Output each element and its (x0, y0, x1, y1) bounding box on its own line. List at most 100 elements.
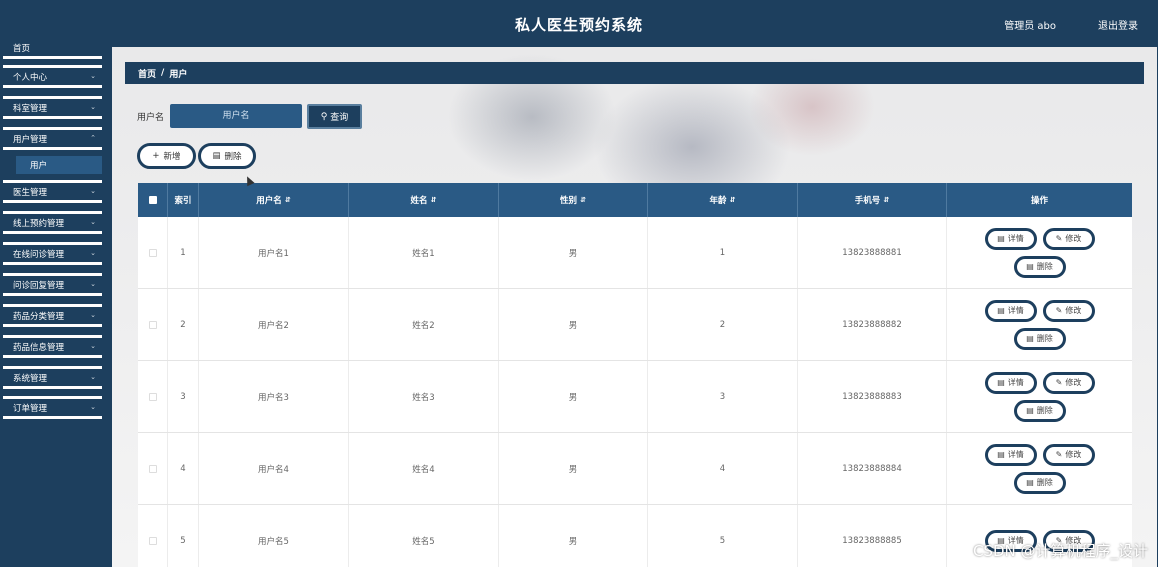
cell-age: 2 (648, 289, 798, 360)
table-row: 1 用户名1 姓名1 男 1 13823888881 ▤ 详情 ✎ 修改 ▤ 删除 (138, 217, 1132, 289)
detail-button[interactable]: ▤ 详情 (984, 299, 1037, 322)
sidebar-item-label: 订单管理 (13, 403, 48, 414)
sidebar-item-drug-info[interactable]: 药品信息管理 ⌄ (3, 335, 102, 358)
add-button-label: 新增 (163, 152, 181, 162)
cell-actions: ▤ 详情 ✎ 修改 ▤ 删除 (947, 361, 1132, 432)
sidebar-subitem-user[interactable]: 用户 (16, 156, 102, 174)
username-search-input[interactable] (170, 104, 302, 128)
chevron-down-icon: ⌄ (90, 311, 96, 319)
table-header: 索引 用户名 ⇵ 姓名 ⇵ 性别 ⇵ 年龄 ⇵ 手机号 ⇵ 操作 (138, 183, 1132, 217)
query-button[interactable]: ⚲ 查询 (307, 104, 362, 129)
search-label: 用户名 (137, 113, 165, 123)
cell-gender: 男 (499, 217, 648, 288)
row-delete-button[interactable]: ▤ 删除 (1013, 399, 1066, 422)
cell-gender: 男 (499, 289, 648, 360)
sidebar-item-user-management[interactable]: 用户管理 ⌃ (3, 127, 102, 150)
detail-button[interactable]: ▤ 详情 (984, 443, 1037, 466)
sidebar-item-department[interactable]: 科室管理 ⌄ (3, 96, 102, 119)
column-header-age[interactable]: 年龄 ⇵ (648, 183, 798, 217)
row-checkbox[interactable] (138, 289, 168, 360)
cell-gender: 男 (499, 361, 648, 432)
cell-actions: ▤ 详情 ✎ 修改 ▤ 删除 (947, 433, 1132, 504)
plus-icon: + (152, 151, 160, 161)
chevron-down-icon: ⌄ (90, 373, 96, 381)
select-all-checkbox[interactable] (138, 183, 168, 217)
row-delete-button[interactable]: ▤ 删除 (1013, 255, 1066, 278)
sort-icon[interactable]: ⇵ (580, 196, 586, 204)
cell-phone: 13823888884 (798, 433, 947, 504)
sort-icon[interactable]: ⇵ (285, 196, 291, 204)
chevron-down-icon: ⌄ (90, 187, 96, 195)
row-checkbox[interactable] (138, 361, 168, 432)
column-header-gender[interactable]: 性别 ⇵ (499, 183, 648, 217)
trash-icon: ▤ (212, 151, 221, 161)
batch-delete-button[interactable]: ▤ 删除 (198, 143, 256, 169)
edit-button[interactable]: ✎ 修改 (1042, 371, 1095, 394)
sort-icon[interactable]: ⇵ (431, 196, 437, 204)
sidebar-item-label: 在线问诊管理 (13, 249, 65, 260)
column-header-name[interactable]: 姓名 ⇵ (349, 183, 499, 217)
column-header-username[interactable]: 用户名 ⇵ (199, 183, 349, 217)
sidebar-item-system[interactable]: 系统管理 ⌄ (3, 366, 102, 389)
edit-button[interactable]: ✎ 修改 (1042, 299, 1095, 322)
sort-icon[interactable]: ⇵ (730, 196, 736, 204)
cell-age: 3 (648, 361, 798, 432)
cell-phone: 13823888882 (798, 289, 947, 360)
chevron-down-icon: ⌄ (90, 103, 96, 111)
cell-index: 5 (168, 505, 199, 567)
cell-age: 1 (648, 217, 798, 288)
row-checkbox[interactable] (138, 217, 168, 288)
table-row: 2 用户名2 姓名2 男 2 13823888882 ▤ 详情 ✎ 修改 ▤ 删除 (138, 289, 1132, 361)
sidebar-item-drug-category[interactable]: 药品分类管理 ⌄ (3, 304, 102, 327)
pencil-icon: ✎ (1055, 450, 1063, 459)
cell-name: 姓名2 (349, 289, 499, 360)
cell-index: 1 (168, 217, 199, 288)
search-icon: ⚲ (320, 111, 328, 122)
query-button-label: 查询 (330, 113, 349, 123)
sidebar-item-orders[interactable]: 订单管理 ⌄ (3, 396, 102, 419)
sidebar-item-personal-center[interactable]: 个人中心 ⌄ (3, 65, 102, 88)
cell-actions: ▤ 详情 ✎ 修改 ▤ 删除 (947, 289, 1132, 360)
chevron-up-icon: ⌃ (90, 134, 96, 142)
sidebar-item-online-consult[interactable]: 在线问诊管理 ⌄ (3, 242, 102, 265)
breadcrumb-current: 用户 (169, 69, 188, 80)
add-button[interactable]: + 新增 (137, 143, 196, 169)
breadcrumb-home[interactable]: 首页 (138, 67, 156, 80)
cell-name: 姓名5 (349, 505, 499, 567)
cell-username: 用户名4 (199, 433, 349, 504)
cell-age: 5 (648, 505, 798, 567)
cell-index: 3 (168, 361, 199, 432)
sidebar-item-label: 医生管理 (13, 187, 48, 198)
sidebar-item-consult-reply[interactable]: 问诊回复管理 ⌄ (3, 273, 102, 296)
sidebar-item-home[interactable]: 首页 (3, 39, 102, 59)
document-icon: ▤ (997, 378, 1005, 387)
table-row: 4 用户名4 姓名4 男 4 13823888884 ▤ 详情 ✎ 修改 ▤ 删除 (138, 433, 1132, 505)
edit-button[interactable]: ✎ 修改 (1042, 227, 1095, 250)
chevron-down-icon: ⌄ (90, 249, 96, 257)
pencil-icon: ✎ (1055, 306, 1063, 315)
cell-name: 姓名3 (349, 361, 499, 432)
chevron-down-icon: ⌄ (90, 218, 96, 226)
edit-button[interactable]: ✎ 修改 (1042, 443, 1095, 466)
trash-icon: ▤ (1026, 262, 1034, 271)
column-header-index: 索引 (168, 183, 199, 217)
column-header-phone[interactable]: 手机号 ⇵ (798, 183, 947, 217)
row-checkbox[interactable] (138, 433, 168, 504)
detail-button[interactable]: ▤ 详情 (984, 371, 1037, 394)
detail-button[interactable]: ▤ 详情 (984, 227, 1037, 250)
sidebar-item-doctor[interactable]: 医生管理 ⌄ (3, 180, 102, 203)
app-title: 私人医生预约系统 (514, 16, 643, 34)
sidebar-item-online-booking[interactable]: 线上预约管理 ⌄ (3, 211, 102, 234)
row-delete-button[interactable]: ▤ 删除 (1013, 471, 1066, 494)
logout-link[interactable]: 退出登录 (1098, 17, 1138, 32)
cell-gender: 男 (499, 433, 648, 504)
sidebar-item-label: 个人中心 (13, 72, 48, 83)
cell-phone: 13823888881 (798, 217, 947, 288)
sidebar-item-label: 首页 (13, 43, 31, 54)
row-delete-button[interactable]: ▤ 删除 (1013, 327, 1066, 350)
row-checkbox[interactable] (138, 505, 168, 567)
sidebar-item-label: 用户管理 (13, 134, 48, 145)
chevron-down-icon: ⌄ (90, 72, 96, 80)
sort-icon[interactable]: ⇵ (883, 196, 889, 204)
current-user: 管理员 abo (1004, 21, 1056, 32)
